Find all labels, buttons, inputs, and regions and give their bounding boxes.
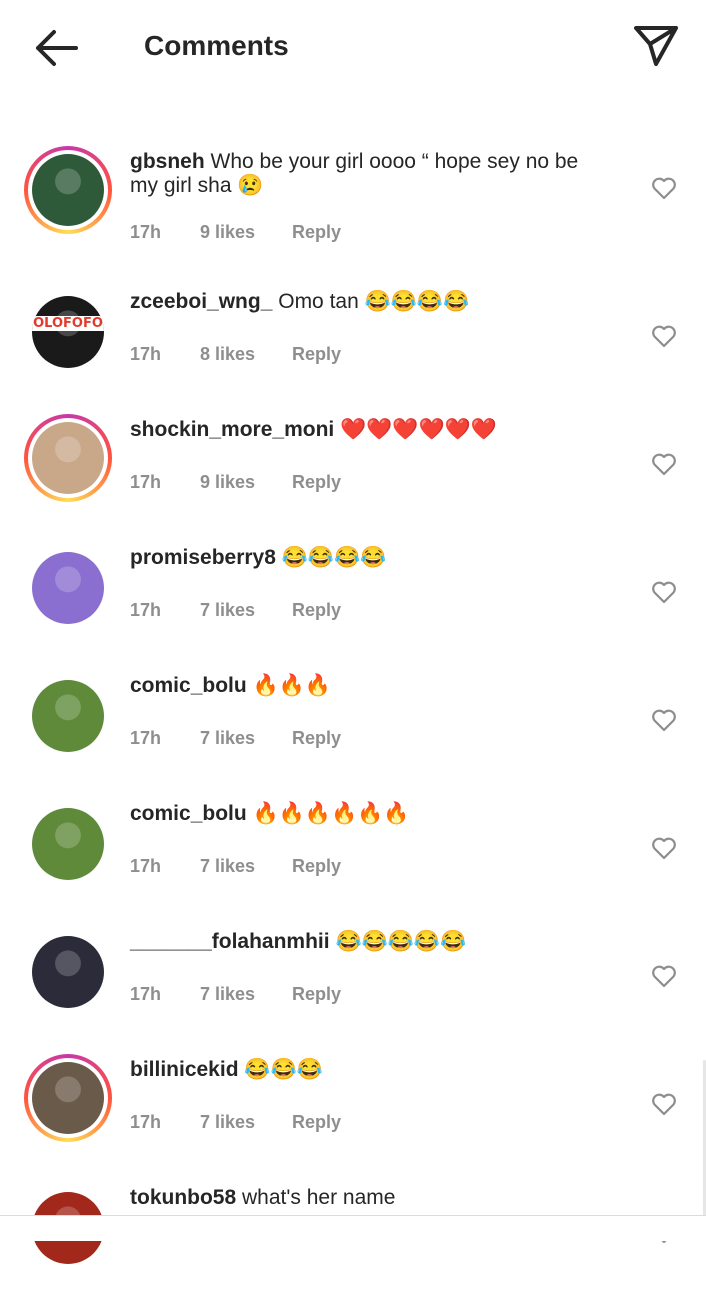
likes-count[interactable]: 7 likes: [200, 600, 292, 621]
avatar[interactable]: OLOFOFO: [24, 288, 112, 376]
avatar-label: OLOFOFO: [32, 316, 104, 331]
avatar-image: OLOFOFO: [32, 296, 104, 368]
avatar-image: [32, 808, 104, 880]
comment-meta: 17h 7 likes Reply: [130, 984, 341, 1005]
reply-button[interactable]: Reply: [292, 222, 341, 243]
comment-body: 😂😂😂: [244, 1058, 323, 1081]
avatar-image: [32, 154, 104, 226]
comment-row: _______folahanmhii 😂😂😂😂😂 17h 7 likes Reply: [0, 908, 706, 1036]
comment-body: Omo tan 😂😂😂😂: [278, 290, 470, 313]
likes-count[interactable]: 9 likes: [200, 472, 292, 493]
comment-timestamp: 17h: [130, 984, 162, 1004]
like-heart-icon[interactable]: [651, 708, 677, 732]
comment-meta: 17h 7 likes Reply: [130, 600, 341, 621]
comment-row: billinicekid 😂😂😂 17h 7 likes Reply: [0, 1036, 706, 1164]
comment-timestamp: 17h: [130, 344, 162, 364]
comment-username[interactable]: billinicekid: [130, 1058, 239, 1081]
avatar[interactable]: [24, 544, 112, 632]
avatar-image: [32, 1062, 104, 1134]
top-bar: Comments: [0, 0, 706, 96]
avatar-image: [32, 422, 104, 494]
reply-button[interactable]: Reply: [292, 1112, 341, 1133]
comment-username[interactable]: _______folahanmhii: [130, 930, 330, 953]
comment-body: 🔥🔥🔥: [252, 674, 331, 697]
comment-text: promiseberry8 😂😂😂😂: [130, 546, 610, 570]
comment-meta: 17h 8 likes Reply: [130, 344, 341, 365]
likes-count[interactable]: 7 likes: [200, 728, 292, 749]
comment-username[interactable]: zceeboi_wng_: [130, 290, 272, 313]
likes-count[interactable]: 7 likes: [200, 856, 292, 877]
comment-text: comic_bolu 🔥🔥🔥: [130, 674, 610, 698]
comment-meta: 17h 7 likes Reply: [130, 728, 341, 749]
comment-meta: 17h 9 likes Reply: [130, 222, 341, 243]
comment-timestamp: 17h: [130, 856, 162, 876]
reply-button[interactable]: Reply: [292, 728, 341, 749]
like-heart-icon[interactable]: [651, 324, 677, 348]
comment-text: tokunbo58 what's her name: [130, 1186, 610, 1210]
comment-username[interactable]: comic_bolu: [130, 674, 247, 697]
comment-username[interactable]: tokunbo58: [130, 1186, 236, 1209]
comment-text: gbsneh Who be your girl oooo “ hope sey …: [130, 150, 610, 198]
avatar-image: [32, 936, 104, 1008]
comment-row: comic_bolu 🔥🔥🔥 17h 7 likes Reply: [0, 652, 706, 780]
comment-row: OLOFOFO zceeboi_wng_ Omo tan 😂😂😂😂 17h 8 lik…: [0, 268, 706, 396]
reply-button[interactable]: Reply: [292, 344, 341, 365]
comment-body: 😂😂😂😂: [281, 546, 387, 569]
comment-body: 🔥🔥🔥🔥🔥🔥: [252, 802, 410, 825]
comment-timestamp: 17h: [130, 472, 162, 492]
comment-timestamp: 17h: [130, 222, 162, 242]
comments-list: gbsneh Who be your girl oooo “ hope sey …: [0, 128, 706, 1292]
like-heart-icon[interactable]: [651, 1092, 677, 1116]
avatar-image: [32, 680, 104, 752]
comment-username[interactable]: gbsneh: [130, 150, 205, 173]
comment-username[interactable]: comic_bolu: [130, 802, 247, 825]
avatar[interactable]: [24, 672, 112, 760]
likes-count[interactable]: 7 likes: [200, 984, 292, 1005]
comment-row: shockin_more_moni ❤️❤️❤️❤️❤️❤️ 17h 9 likes…: [0, 396, 706, 524]
likes-count[interactable]: 8 likes: [200, 344, 292, 365]
avatar[interactable]: [24, 800, 112, 888]
avatar[interactable]: [24, 146, 112, 234]
comment-text: _______folahanmhii 😂😂😂😂😂: [130, 930, 610, 954]
comment-meta: 17h 9 likes Reply: [130, 472, 341, 493]
reply-button[interactable]: Reply: [292, 856, 341, 877]
comment-username[interactable]: shockin_more_moni: [130, 418, 334, 441]
like-heart-icon[interactable]: [651, 964, 677, 988]
comment-body: ❤️❤️❤️❤️❤️❤️: [340, 418, 497, 441]
like-heart-icon[interactable]: [651, 580, 677, 604]
comment-text: billinicekid 😂😂😂: [130, 1058, 610, 1082]
comment-meta: 17h 7 likes Reply: [130, 856, 341, 877]
send-icon[interactable]: [630, 22, 682, 70]
avatar[interactable]: [24, 1054, 112, 1142]
bottom-divider: [0, 1215, 706, 1241]
like-heart-icon[interactable]: [651, 176, 677, 200]
comment-body: what's her name: [242, 1186, 396, 1209]
avatar[interactable]: [24, 414, 112, 502]
comment-text: comic_bolu 🔥🔥🔥🔥🔥🔥: [130, 802, 610, 826]
likes-count[interactable]: 9 likes: [200, 222, 292, 243]
reply-button[interactable]: Reply: [292, 472, 341, 493]
avatar-image: [32, 552, 104, 624]
like-heart-icon[interactable]: [651, 836, 677, 860]
comment-row: comic_bolu 🔥🔥🔥🔥🔥🔥 17h 7 likes Reply: [0, 780, 706, 908]
comment-row: promiseberry8 😂😂😂😂 17h 7 likes Reply: [0, 524, 706, 652]
reply-button[interactable]: Reply: [292, 984, 341, 1005]
like-heart-icon[interactable]: [651, 452, 677, 476]
comment-body: 😂😂😂😂😂: [335, 930, 467, 953]
comment-timestamp: 17h: [130, 600, 162, 620]
likes-count[interactable]: 7 likes: [200, 1112, 292, 1133]
avatar[interactable]: [24, 928, 112, 1016]
comment-text: shockin_more_moni ❤️❤️❤️❤️❤️❤️: [130, 418, 610, 442]
back-arrow-icon[interactable]: [30, 26, 82, 70]
comment-timestamp: 17h: [130, 1112, 162, 1132]
comment-timestamp: 17h: [130, 728, 162, 748]
page-title: Comments: [144, 30, 289, 61]
comment-row: gbsneh Who be your girl oooo “ hope sey …: [0, 128, 706, 268]
comment-username[interactable]: promiseberry8: [130, 546, 276, 569]
reply-button[interactable]: Reply: [292, 600, 341, 621]
comment-text: zceeboi_wng_ Omo tan 😂😂😂😂: [130, 290, 610, 314]
comment-meta: 17h 7 likes Reply: [130, 1112, 341, 1133]
